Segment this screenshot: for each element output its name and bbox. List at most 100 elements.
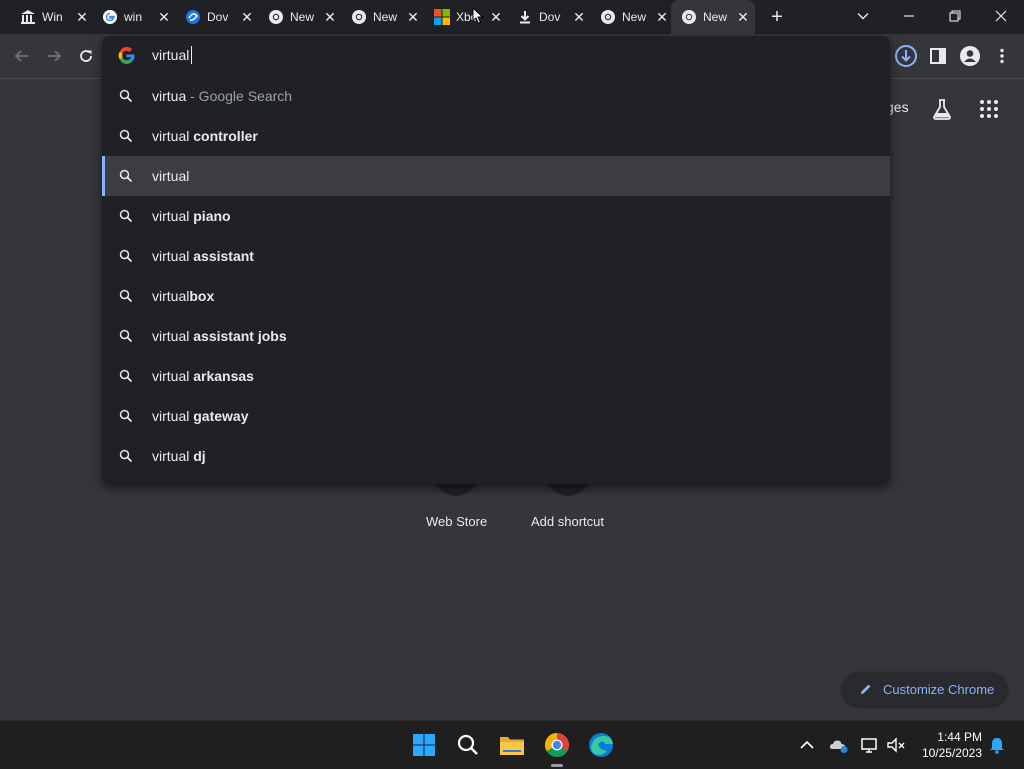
search-icon	[119, 249, 133, 263]
search-icon	[119, 209, 133, 223]
close-tab-icon[interactable]: ✕	[488, 9, 504, 25]
close-tab-icon[interactable]: ✕	[322, 9, 338, 25]
new-tab-button[interactable]: +	[766, 6, 788, 28]
search-icon	[119, 409, 133, 423]
close-tab-icon[interactable]: ✕	[735, 9, 751, 25]
restore-button[interactable]	[932, 0, 978, 34]
suggestion-row[interactable]: virtualbox	[102, 276, 890, 316]
tab-7[interactable]: Dov ✕	[507, 0, 589, 34]
google-g-icon	[118, 47, 135, 64]
labs-flask-icon[interactable]	[930, 97, 954, 121]
suggestion-row[interactable]: virtual assistant	[102, 236, 890, 276]
customize-chrome-label: Customize Chrome	[883, 682, 995, 697]
suggestion-row[interactable]: virtual assistant jobs	[102, 316, 890, 356]
tab-3[interactable]: Dov ✕	[175, 0, 257, 34]
clock-date: 10/25/2023	[921, 746, 982, 760]
suggestion-typed-part: virtual	[152, 408, 190, 424]
minimize-icon	[904, 15, 914, 17]
address-bar[interactable]: virtual	[102, 36, 890, 76]
back-button[interactable]	[8, 42, 36, 70]
chrome-taskbar-button[interactable]	[539, 727, 575, 767]
suggestion-text: virtual controller	[152, 128, 258, 144]
chrome-icon	[544, 733, 570, 758]
search-icon	[119, 89, 133, 103]
apps-grid-icon[interactable]	[979, 99, 999, 119]
suggestion-row[interactable]: virtua - Google Search	[102, 76, 890, 116]
notification-bell-icon[interactable]	[987, 735, 1007, 755]
close-tab-icon[interactable]: ✕	[405, 9, 421, 25]
suggestion-row[interactable]: virtual dj	[102, 436, 890, 476]
suggestion-typed-part: virtual	[152, 208, 190, 224]
taskbar-search-button[interactable]	[450, 727, 486, 763]
tab-4[interactable]: New ✕	[258, 0, 340, 34]
chevron-down-icon	[857, 13, 869, 20]
suggestion-row[interactable]: virtual controller	[102, 116, 890, 156]
tab-title: Dov	[539, 10, 561, 24]
tab-title: New	[622, 10, 647, 24]
tab-5[interactable]: New ✕	[341, 0, 423, 34]
reload-button[interactable]	[72, 42, 100, 70]
tab-8[interactable]: New ✕	[590, 0, 672, 34]
bank-icon	[21, 10, 35, 24]
chrome-icon	[601, 10, 615, 24]
suggestion-row[interactable]: virtual gateway	[102, 396, 890, 436]
close-icon	[995, 10, 1007, 22]
edge-taskbar-button[interactable]	[583, 727, 619, 763]
blue-swirl-icon	[186, 10, 200, 24]
close-tab-icon[interactable]: ✕	[156, 9, 172, 25]
network-display-icon[interactable]	[860, 735, 880, 755]
search-icon	[119, 369, 133, 383]
download-icon	[520, 11, 530, 24]
tab-9-active[interactable]: New ✕	[671, 0, 755, 34]
tab-2[interactable]: win ✕	[92, 0, 174, 34]
side-panel-button[interactable]	[924, 42, 952, 70]
suggestion-text: virtual arkansas	[152, 368, 254, 384]
speaker-muted-icon[interactable]	[886, 735, 906, 755]
minimize-button[interactable]	[886, 0, 932, 34]
taskbar-clock[interactable]: 1:44 PM 10/25/2023	[912, 729, 982, 761]
suggestion-row[interactable]: virtual piano	[102, 196, 890, 236]
mouse-cursor-icon	[472, 7, 484, 25]
close-tab-icon[interactable]: ✕	[74, 9, 90, 25]
onedrive-cloud-icon[interactable]	[829, 735, 849, 755]
chevron-up-icon[interactable]	[797, 735, 817, 755]
suggestion-text: virtual gateway	[152, 408, 249, 424]
shortcut-label[interactable]: Add shortcut	[531, 514, 604, 529]
arrow-right-icon	[48, 50, 62, 62]
text-caret	[191, 46, 192, 64]
suggestion-text: virtualbox	[152, 288, 214, 304]
microsoft-logo-icon	[434, 9, 450, 25]
suggestion-text: virtua - Google Search	[152, 88, 292, 104]
suggestion-typed-part: virtua	[152, 88, 187, 104]
close-tab-icon[interactable]: ✕	[571, 9, 587, 25]
close-window-button[interactable]	[978, 0, 1024, 34]
menu-button[interactable]	[988, 42, 1016, 70]
arrow-left-icon	[14, 50, 28, 62]
profile-button[interactable]	[956, 42, 984, 70]
close-tab-icon[interactable]: ✕	[239, 9, 255, 25]
tab-title: Win	[42, 10, 63, 24]
tab-strip: Win ✕ win ✕ Dov ✕ New ✕ New ✕ Xbo ✕ Dov …	[0, 0, 1024, 34]
forward-button[interactable]	[40, 42, 68, 70]
edge-icon	[589, 733, 613, 757]
tab-title: New	[703, 10, 728, 24]
suggestion-completion: piano	[189, 208, 231, 224]
suggestion-typed-part: virtual	[152, 328, 190, 344]
suggestion-row[interactable]: virtual	[102, 156, 890, 196]
suggestion-typed-part: virtual	[152, 288, 190, 304]
suggestion-typed-part: virtual	[152, 448, 190, 464]
images-link[interactable]: ges	[886, 99, 914, 115]
customize-chrome-button[interactable]: Customize Chrome	[842, 672, 1007, 706]
file-explorer-button[interactable]	[494, 727, 530, 763]
tab-search-button[interactable]	[840, 0, 886, 34]
suggestion-row[interactable]: virtual arkansas	[102, 356, 890, 396]
side-panel-icon	[930, 48, 946, 64]
shortcut-label[interactable]: Web Store	[426, 514, 487, 529]
tab-1[interactable]: Win ✕	[10, 0, 92, 34]
tab-6[interactable]: Xbo ✕	[424, 0, 506, 34]
start-button[interactable]	[406, 727, 442, 763]
downloads-button[interactable]	[892, 42, 920, 70]
close-tab-icon[interactable]: ✕	[654, 9, 670, 25]
suggestion-text: virtual assistant	[152, 248, 254, 264]
search-icon	[119, 129, 133, 143]
